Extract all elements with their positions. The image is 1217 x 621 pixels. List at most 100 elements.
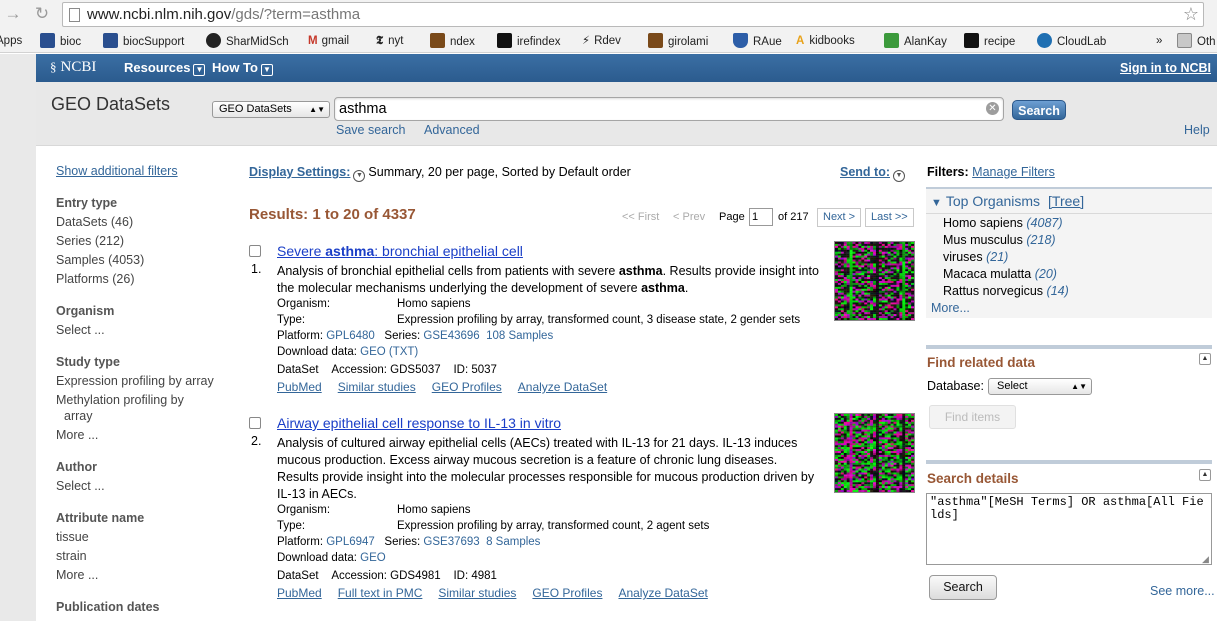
result-dataset-row: DataSet Accession: GDS4981 ID: 4981 — [277, 570, 497, 582]
search-input[interactable]: asthma — [334, 97, 1004, 121]
url-text[interactable]: www.ncbi.nlm.nih.gov/gds/?term=asthma — [87, 6, 360, 23]
send-to-menu[interactable]: Send to: ▼ — [840, 165, 908, 182]
bookmark-girolami[interactable]: girolami — [648, 33, 708, 49]
bookmark-sharmidsch[interactable]: SharMidSch — [206, 33, 289, 49]
bookmark-alankay[interactable]: AlanKay — [884, 33, 947, 49]
filter-item-series[interactable]: Series (212) — [56, 234, 124, 248]
heatmap-thumbnail[interactable] — [834, 241, 915, 321]
platform-link[interactable]: GPL6480 — [326, 330, 375, 342]
bookmark-raue[interactable]: RAue — [733, 33, 782, 49]
ncbi-logo[interactable]: § NCBI — [50, 59, 96, 76]
top-organisms-heading[interactable]: ▼ Top Organisms [Tree] — [931, 193, 1084, 209]
search-button[interactable]: Search — [1012, 100, 1066, 120]
filter-item-tissue[interactable]: tissue — [56, 530, 89, 544]
geo-profiles-link[interactable]: GEO Profiles — [532, 586, 602, 600]
download-link[interactable]: GEO (TXT) — [360, 346, 418, 358]
display-settings-link[interactable]: Display Settings: — [249, 165, 350, 179]
database-select[interactable]: GEO DataSets ▲▼ — [212, 101, 330, 118]
filter-item-author-select[interactable]: Select ... — [56, 479, 105, 493]
bookmark-gmail[interactable]: Mgmail — [308, 33, 349, 49]
samples-link[interactable]: 108 Samples — [486, 330, 553, 342]
bookmark-irefindex[interactable]: irefindex — [497, 33, 560, 49]
filter-item-attribute-more[interactable]: More ... — [56, 568, 98, 582]
bookmark-apps[interactable]: Apps — [0, 33, 22, 49]
find-items-button[interactable]: Find items — [929, 405, 1016, 429]
filter-item-expression-array[interactable]: Expression profiling by array — [56, 374, 214, 388]
organism-item[interactable]: Homo sapiens (4087) — [943, 216, 1063, 230]
series-link[interactable]: GSE43696 — [423, 330, 479, 342]
filter-item-study-more[interactable]: More ... — [56, 428, 98, 442]
filter-item-samples[interactable]: Samples (4053) — [56, 253, 144, 267]
filter-item-platforms[interactable]: Platforms (26) — [56, 272, 135, 286]
chevron-down-icon: ▼ — [353, 170, 366, 182]
similar-studies-link[interactable]: Similar studies — [338, 380, 416, 394]
pager-last[interactable]: Last >> — [865, 208, 914, 227]
geo-profiles-link[interactable]: GEO Profiles — [432, 380, 502, 394]
collapse-icon[interactable]: ▲ — [1199, 353, 1211, 365]
analyze-dataset-link[interactable]: Analyze DataSet — [618, 586, 707, 600]
series-link[interactable]: GSE37693 — [423, 536, 479, 548]
pubmed-link[interactable]: PubMed — [277, 586, 322, 600]
resize-grip-icon[interactable]: ◢ — [1202, 554, 1209, 565]
show-additional-filters-link[interactable]: Show additional filters — [56, 164, 178, 178]
samples-link[interactable]: 8 Samples — [486, 536, 540, 548]
bookmark-cloudlab[interactable]: CloudLab — [1037, 33, 1106, 49]
bookmark-rdev[interactable]: ⚡ Rdev — [582, 33, 621, 49]
pubmed-link[interactable]: PubMed — [277, 380, 322, 394]
sign-in-link[interactable]: Sign in to NCBI — [1120, 61, 1211, 75]
howto-menu[interactable]: How To ▼ — [212, 60, 273, 76]
bookmarks-overflow[interactable]: » — [1156, 33, 1162, 49]
pager-next[interactable]: Next > — [817, 208, 862, 227]
cloud-icon — [1037, 33, 1052, 48]
organism-item[interactable]: Rattus norvegicus (14) — [943, 284, 1069, 298]
reload-icon[interactable]: ↻ — [32, 4, 52, 24]
organisms-more-link[interactable]: More... — [931, 301, 970, 315]
tree-link[interactable]: [Tree] — [1048, 193, 1084, 209]
organism-item[interactable]: Macaca mulatta (20) — [943, 267, 1057, 281]
result-title-link[interactable]: Airway epithelial cell response to IL-13… — [277, 415, 561, 431]
bookmark-bioc[interactable]: bioc — [40, 33, 81, 49]
full-text-pmc-link[interactable]: Full text in PMC — [338, 586, 423, 600]
result-title-link[interactable]: Severe asthma: bronchial epithelial cell — [277, 243, 523, 259]
platform-link[interactable]: GPL6947 — [326, 536, 375, 548]
filter-item-methylation-array-cont[interactable]: array — [64, 409, 92, 423]
clear-input-icon[interactable]: ✕ — [986, 102, 999, 115]
page-gutter — [0, 54, 36, 621]
heatmap-thumbnail[interactable] — [834, 413, 915, 493]
related-database-select[interactable]: Select ▲▼ — [988, 378, 1092, 395]
filter-item-organism-select[interactable]: Select ... — [56, 323, 105, 337]
save-search-link[interactable]: Save search — [336, 123, 405, 137]
bookmark-ndex[interactable]: ndex — [430, 33, 475, 49]
similar-studies-link[interactable]: Similar studies — [438, 586, 516, 600]
search-details-textarea[interactable]: "asthma"[MeSH Terms] OR asthma[All Field… — [926, 493, 1212, 565]
manage-filters-link[interactable]: Manage Filters — [972, 165, 1055, 179]
display-settings[interactable]: Display Settings: ▼ Summary, 20 per page, … — [249, 165, 631, 182]
bookmark-recipe[interactable]: recipe — [964, 33, 1015, 49]
filter-item-methylation-array[interactable]: Methylation profiling by — [56, 393, 184, 407]
terminal-icon — [497, 33, 512, 48]
collapse-icon[interactable]: ▲ — [1199, 469, 1211, 481]
search-details-button[interactable]: Search — [929, 575, 997, 600]
result-organism: Homo sapiens — [397, 504, 471, 516]
address-bar[interactable]: www.ncbi.nlm.nih.gov/gds/?term=asthma ☆ — [62, 2, 1204, 27]
page-number-input[interactable]: 1 — [749, 208, 773, 226]
organism-item[interactable]: viruses (21) — [943, 250, 1008, 264]
bookmark-kidbooks[interactable]: Akidbooks — [796, 33, 855, 49]
analyze-dataset-link[interactable]: Analyze DataSet — [518, 380, 607, 394]
filter-item-datasets[interactable]: DataSets (46) — [56, 215, 133, 229]
bookmark-nyt[interactable]: 𝕿nyt — [376, 33, 403, 49]
download-link[interactable]: GEO — [360, 552, 386, 564]
filter-item-strain[interactable]: strain — [56, 549, 87, 563]
organism-item[interactable]: Mus musculus (218) — [943, 233, 1056, 247]
result-checkbox[interactable] — [249, 245, 261, 257]
help-link[interactable]: Help — [1184, 123, 1210, 137]
resources-menu[interactable]: Resources ▼ — [124, 60, 206, 76]
see-more-link[interactable]: See more... — [1150, 584, 1215, 598]
forward-arrow-icon[interactable]: → — [3, 4, 23, 24]
advanced-link[interactable]: Advanced — [424, 123, 480, 137]
bookmark-star-icon[interactable]: ☆ — [1183, 4, 1199, 25]
folder-icon — [1177, 33, 1192, 48]
bookmark-biocsupport[interactable]: biocSupport — [103, 33, 184, 49]
result-checkbox[interactable] — [249, 417, 261, 429]
bookmark-other[interactable]: Oth — [1177, 33, 1216, 49]
